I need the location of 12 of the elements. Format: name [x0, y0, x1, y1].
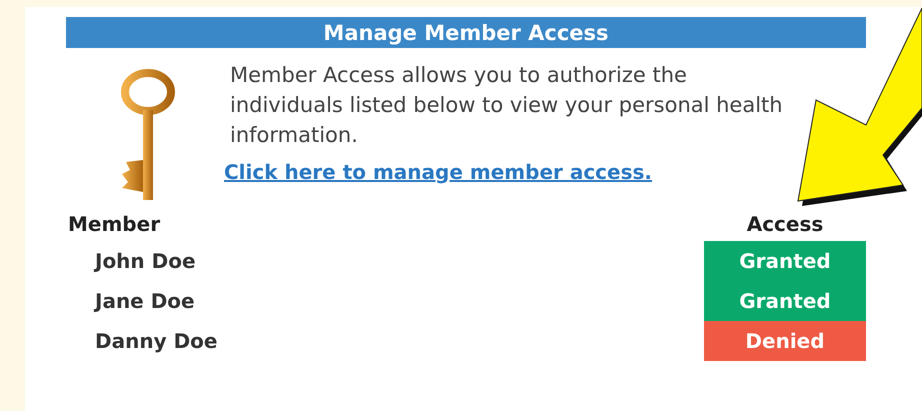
access-status: Granted [704, 241, 866, 281]
key-icon [118, 68, 178, 203]
member-name: John Doe [92, 248, 197, 275]
description-text: Member Access allows you to authorize the individuals listed below to view your personal health information. [230, 62, 784, 149]
access-status: Granted [704, 281, 866, 321]
member-name: Danny Doe [94, 328, 218, 355]
section-header: Manage Member Access [66, 17, 866, 48]
column-header: Member [67, 211, 162, 238]
access-status: Denied [704, 321, 866, 361]
manage-access-link[interactable]: Click here to manage member access. [224, 160, 652, 184]
member-name: Jane Doe [92, 288, 196, 315]
column-header: Access [746, 211, 824, 238]
